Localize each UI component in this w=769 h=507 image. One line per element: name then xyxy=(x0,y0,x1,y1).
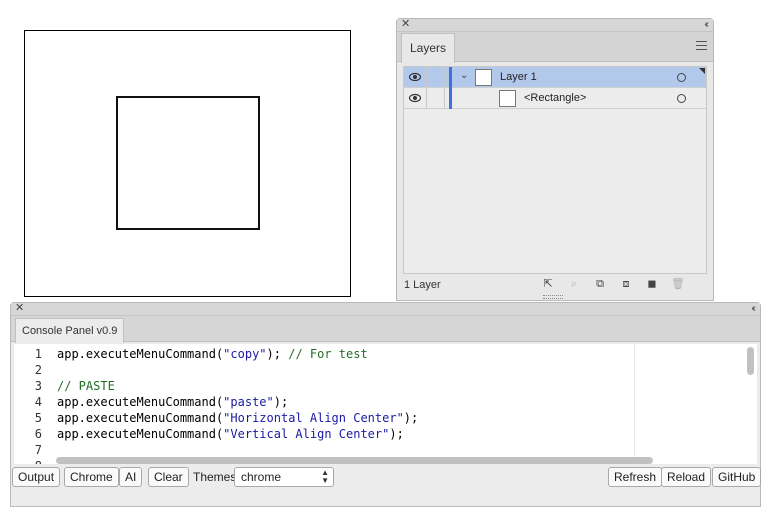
theme-select[interactable]: chrome ▲ ▼ xyxy=(234,467,334,487)
layers-panel: ✕ ‹‹ Layers ⌄ Layer 1 <Rectangle> 1 Laye… xyxy=(396,18,714,301)
chevron-down-icon[interactable]: ⌄ xyxy=(460,70,468,81)
code-line: app.executeMenuCommand("copy"); // For t… xyxy=(57,346,637,362)
layer-color-bar xyxy=(449,88,452,109)
layer-name[interactable]: <Rectangle> xyxy=(524,92,586,104)
code-string: "Horizontal Align Center" xyxy=(223,411,404,425)
layers-tabbar: Layers xyxy=(397,32,713,63)
select-arrows-icon: ▲ ▼ xyxy=(321,468,329,485)
layers-list: ⌄ Layer 1 <Rectangle> xyxy=(403,66,707,274)
close-icon[interactable]: ✕ xyxy=(15,302,24,315)
trash-icon[interactable]: 🗑 xyxy=(671,277,685,291)
column-divider xyxy=(444,67,445,87)
line-number: 2 xyxy=(34,363,42,377)
resize-grip[interactable] xyxy=(543,295,563,299)
chrome-button[interactable]: Chrome xyxy=(64,467,119,487)
locate-object-icon[interactable]: ⌕ xyxy=(567,277,581,291)
code-token: app.executeMenuCommand( xyxy=(57,411,224,425)
line-number: 4 xyxy=(34,395,42,409)
line-number-gutter: 1 2 3 4 5 6 7 8 xyxy=(14,346,54,464)
code-string: "paste" xyxy=(223,395,274,409)
tab-console-panel[interactable]: Console Panel v0.9 xyxy=(15,318,125,343)
themes-label: Themes xyxy=(193,470,237,484)
code-token: app.executeMenuCommand( xyxy=(57,427,224,441)
new-sublayer-icon[interactable]: ⧈ xyxy=(619,277,633,291)
theme-selected-value: chrome xyxy=(241,470,282,484)
code-comment: // PASTE xyxy=(57,379,115,393)
code-string: "Vertical Align Center" xyxy=(223,427,390,441)
target-circle-icon[interactable] xyxy=(677,73,686,82)
layer-count: 1 Layer xyxy=(404,279,441,291)
code-token: ); xyxy=(273,395,289,409)
column-divider xyxy=(426,88,427,108)
clear-button[interactable]: Clear xyxy=(148,467,189,487)
github-button[interactable]: GitHub xyxy=(712,467,762,487)
code-line: app.executeMenuCommand("Horizontal Align… xyxy=(57,410,637,426)
line-number: 5 xyxy=(34,411,42,425)
code-token: app.executeMenuCommand( xyxy=(57,395,224,409)
line-number: 1 xyxy=(34,347,42,361)
clipping-mask-icon[interactable]: ⧉ xyxy=(593,277,607,291)
rectangle-shape[interactable] xyxy=(116,96,260,230)
code-string: "copy" xyxy=(223,347,267,361)
line-number: 7 xyxy=(34,443,42,457)
layer-color-bar xyxy=(449,67,452,88)
refresh-button[interactable]: Refresh xyxy=(608,467,663,487)
export-icon[interactable]: ⇱ xyxy=(541,277,555,291)
vertical-scrollbar[interactable] xyxy=(747,347,754,375)
code-token: app.executeMenuCommand( xyxy=(57,347,224,361)
layers-footer: 1 Layer ⇱ ⌕ ⧉ ⧈ ◼ 🗑 xyxy=(397,277,713,293)
console-tabbar: Console Panel v0.9 xyxy=(11,316,760,343)
code-lines: app.executeMenuCommand("copy"); // For t… xyxy=(57,346,637,464)
horizontal-scrollbar[interactable] xyxy=(56,457,653,464)
selection-corner-icon xyxy=(699,68,705,74)
ai-button[interactable]: AI xyxy=(119,467,143,487)
code-token: ); xyxy=(266,347,289,361)
reload-button[interactable]: Reload xyxy=(661,467,712,487)
code-line: // PASTE xyxy=(57,378,637,394)
visibility-eye-icon[interactable] xyxy=(409,72,421,82)
column-divider xyxy=(444,88,445,108)
panel-menu-icon[interactable] xyxy=(696,41,707,50)
console-panel: ✕ ‹‹ Console Panel v0.9 1 2 3 4 5 6 7 8 … xyxy=(10,302,762,507)
code-line: app.executeMenuCommand("Vertical Align C… xyxy=(57,426,637,442)
line-number: 3 xyxy=(34,379,42,393)
line-number: 8 xyxy=(14,458,54,464)
artboard[interactable] xyxy=(24,30,351,297)
layer-row-rectangle[interactable]: <Rectangle> xyxy=(404,88,706,109)
line-number: 6 xyxy=(34,427,42,441)
layers-panel-titlebar[interactable]: ✕ ‹‹ xyxy=(397,18,713,32)
code-comment: // For test xyxy=(288,347,368,361)
layer-thumbnail xyxy=(475,69,492,86)
code-token: ); xyxy=(389,427,404,441)
column-divider xyxy=(426,67,427,87)
code-editor[interactable]: 1 2 3 4 5 6 7 8 app.executeMenuCommand("… xyxy=(14,344,757,464)
collapse-icon[interactable]: ‹‹ xyxy=(704,18,708,31)
output-button[interactable]: Output xyxy=(12,467,61,487)
code-token: ); xyxy=(403,411,419,425)
target-circle-icon[interactable] xyxy=(677,94,686,103)
close-icon[interactable]: ✕ xyxy=(401,18,410,31)
tab-layers[interactable]: Layers xyxy=(401,33,456,63)
layer-thumbnail xyxy=(499,90,516,107)
collapse-icon[interactable]: ‹‹ xyxy=(751,302,755,315)
visibility-eye-icon[interactable] xyxy=(409,93,421,103)
code-line: app.executeMenuCommand("paste"); xyxy=(57,394,637,410)
console-toolbar: Output Chrome AI Clear Themes chrome ▲ ▼ … xyxy=(11,466,762,488)
layer-name[interactable]: Layer 1 xyxy=(500,71,537,83)
layer-row-layer-1[interactable]: ⌄ Layer 1 xyxy=(404,67,706,88)
console-panel-titlebar[interactable]: ✕ ‹‹ xyxy=(11,302,760,316)
new-layer-icon[interactable]: ◼ xyxy=(645,277,659,291)
